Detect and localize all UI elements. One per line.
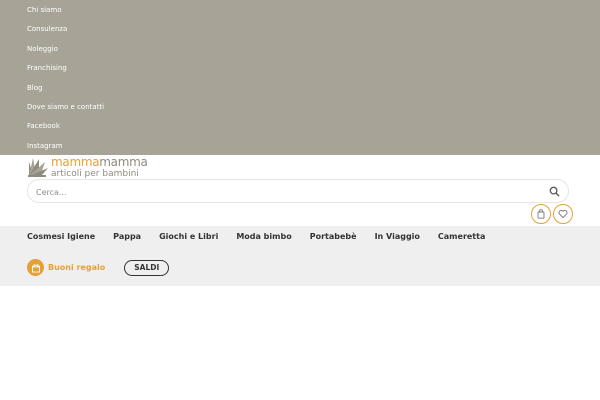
search-input[interactable]	[28, 181, 528, 204]
category-nav-area: Cosmesi Igiene Pappa Giochi e Libri Moda…	[0, 226, 600, 286]
promo-row: Buoni regalo SALDI	[27, 259, 170, 276]
menu-link[interactable]: Facebook	[27, 122, 60, 130]
logo-fan-icon	[28, 158, 48, 177]
shopping-bag-icon	[537, 209, 545, 219]
category-cosmesi-igiene[interactable]: Cosmesi Igiene	[27, 231, 95, 243]
category-in-viaggio[interactable]: In Viaggio	[375, 231, 420, 243]
saldi-button[interactable]: SALDI	[124, 259, 170, 276]
logo-tagline: articoli per bambini	[51, 169, 139, 179]
category-giochi-e-libri[interactable]: Giochi e Libri	[159, 231, 218, 243]
logo-name-part2: mamma	[99, 155, 148, 169]
search-icon[interactable]	[549, 186, 560, 197]
gift-icon[interactable]	[27, 259, 44, 276]
top-menu-list: Chi siamo Consulenza Noleggio Franchisin…	[27, 0, 104, 155]
heart-icon	[558, 209, 568, 219]
menu-item-chi-siamo[interactable]: Chi siamo	[27, 0, 104, 19]
menu-link[interactable]: Noleggio	[27, 45, 58, 53]
category-moda-bimbo[interactable]: Moda bimbo	[236, 231, 291, 243]
menu-item-blog[interactable]: Blog	[27, 78, 104, 97]
menu-link[interactable]: Franchising	[27, 64, 67, 72]
menu-item-noleggio[interactable]: Noleggio	[27, 39, 104, 58]
category-portabebe[interactable]: Portabebè	[310, 231, 357, 243]
category-cameretta[interactable]: Cameretta	[438, 231, 485, 243]
menu-link[interactable]: Chi siamo	[27, 6, 61, 14]
logo-name: mammamamma	[51, 156, 148, 168]
wishlist-button[interactable]	[553, 204, 573, 224]
gift-glyph	[31, 263, 40, 272]
category-pappa[interactable]: Pappa	[113, 231, 141, 243]
logo-text: mammamamma articoli per bambini	[51, 156, 148, 179]
menu-link[interactable]: Consulenza	[27, 25, 67, 33]
menu-item-franchising[interactable]: Franchising	[27, 58, 104, 77]
menu-item-consulenza[interactable]: Consulenza	[27, 19, 104, 38]
category-nav: Cosmesi Igiene Pappa Giochi e Libri Moda…	[27, 231, 503, 243]
menu-link[interactable]: Instagram	[27, 142, 63, 150]
gift-card-link[interactable]: Buoni regalo	[48, 263, 105, 272]
menu-item-dove-siamo[interactable]: Dove siamo e contatti	[27, 97, 104, 116]
cart-button[interactable]	[531, 204, 551, 224]
menu-item-facebook[interactable]: Facebook	[27, 116, 104, 135]
site-logo[interactable]: mammamamma articoli per bambini	[27, 156, 148, 179]
menu-link[interactable]: Dove siamo e contatti	[27, 103, 104, 111]
page: Chi siamo Consulenza Noleggio Franchisin…	[0, 0, 600, 400]
logo-name-part1: mamma	[51, 155, 100, 169]
top-dropdown-menu: Chi siamo Consulenza Noleggio Franchisin…	[0, 0, 600, 155]
menu-item-instagram[interactable]: Instagram	[27, 136, 104, 155]
menu-link[interactable]: Blog	[27, 84, 42, 92]
search-bar	[27, 179, 569, 204]
